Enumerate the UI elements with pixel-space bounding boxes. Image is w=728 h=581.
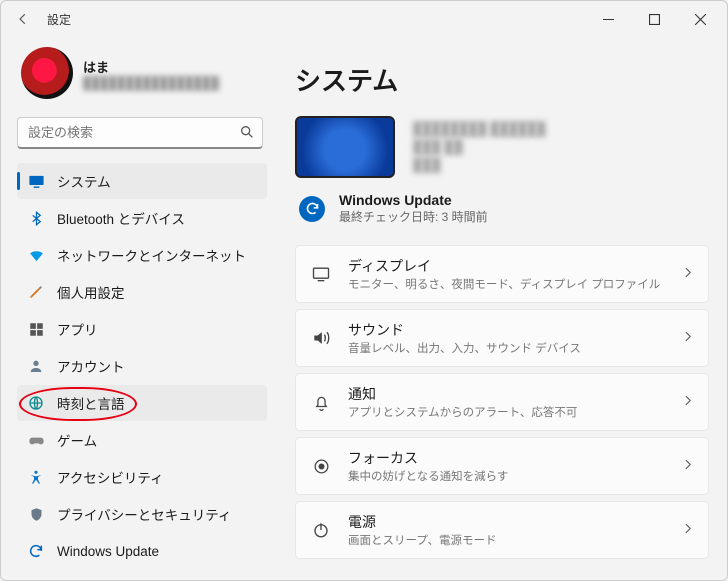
- brush-icon: [27, 283, 45, 301]
- chevron-right-icon: [681, 330, 694, 346]
- sidebar-item-label: システム: [57, 171, 111, 191]
- sound-icon: [310, 328, 332, 348]
- windows-update-row[interactable]: Windows Update 最終チェック日時: 3 時間前: [299, 192, 709, 225]
- bluetooth-icon: [27, 209, 45, 227]
- gamepad-icon: [27, 431, 45, 449]
- search-icon: [239, 124, 255, 143]
- card-display[interactable]: ディスプレイモニター、明るさ、夜間モード、ディスプレイ プロファイル: [295, 245, 709, 303]
- sidebar-nav: システム Bluetooth とデバイス ネットワークとインターネット 個人用設…: [17, 163, 267, 569]
- user-email: ████████████████: [83, 76, 219, 90]
- device-info: ████████ ██████ ███ ██ ███: [413, 120, 546, 175]
- settings-cards: ディスプレイモニター、明るさ、夜間モード、ディスプレイ プロファイル サウンド音…: [295, 245, 709, 559]
- sidebar-item-network[interactable]: ネットワークとインターネット: [17, 237, 267, 273]
- wifi-icon: [27, 246, 45, 264]
- avatar: [21, 47, 73, 99]
- card-title: 電源: [348, 512, 496, 532]
- sidebar-item-privacy[interactable]: プライバシーとセキュリティ: [17, 496, 267, 532]
- sidebar-item-label: 時刻と言語: [57, 393, 125, 413]
- accessibility-icon: [27, 468, 45, 486]
- bell-icon: [310, 393, 332, 412]
- search-input[interactable]: [17, 117, 263, 149]
- card-title: サウンド: [348, 320, 581, 340]
- sidebar-item-bluetooth[interactable]: Bluetooth とデバイス: [17, 200, 267, 236]
- device-thumbnail: [295, 116, 395, 178]
- chevron-right-icon: [681, 266, 694, 282]
- update-icon: [299, 196, 325, 222]
- focus-icon: [310, 457, 332, 476]
- chevron-right-icon: [681, 458, 694, 474]
- sidebar-item-label: アクセシビリティ: [57, 467, 164, 487]
- sidebar-item-label: Bluetooth とデバイス: [57, 208, 185, 228]
- window-title: 設定: [47, 11, 71, 28]
- chevron-right-icon: [681, 522, 694, 538]
- device-block[interactable]: ████████ ██████ ███ ██ ███: [295, 116, 709, 178]
- sidebar-item-label: アカウント: [57, 356, 125, 376]
- display-icon: [310, 264, 332, 284]
- settings-window: 設定 はま ████████████████: [0, 0, 728, 581]
- power-icon: [310, 521, 332, 539]
- card-power[interactable]: 電源画面とスリープ、電源モード: [295, 501, 709, 559]
- card-title: ディスプレイ: [348, 256, 660, 276]
- apps-icon: [27, 320, 45, 338]
- card-title: 通知: [348, 384, 577, 404]
- sidebar-item-gaming[interactable]: ゲーム: [17, 422, 267, 458]
- sidebar-item-label: 個人用設定: [57, 282, 125, 302]
- sidebar-item-label: Windows Update: [57, 544, 159, 559]
- chevron-right-icon: [681, 394, 694, 410]
- sidebar-item-windows-update[interactable]: Windows Update: [17, 533, 267, 569]
- person-icon: [27, 357, 45, 375]
- card-subtitle: 音量レベル、出力、入力、サウンド デバイス: [348, 340, 581, 356]
- sidebar-item-system[interactable]: システム: [17, 163, 267, 199]
- sidebar-item-label: アプリ: [57, 319, 98, 339]
- search-box[interactable]: [17, 117, 263, 149]
- minimize-button[interactable]: [585, 3, 631, 35]
- sidebar-item-accessibility[interactable]: アクセシビリティ: [17, 459, 267, 495]
- back-button[interactable]: [13, 9, 33, 29]
- card-notifications[interactable]: 通知アプリとシステムからのアラート、応答不可: [295, 373, 709, 431]
- wu-subtitle: 最終チェック日時: 3 時間前: [339, 208, 488, 225]
- card-sound[interactable]: サウンド音量レベル、出力、入力、サウンド デバイス: [295, 309, 709, 367]
- page-title: システム: [295, 61, 709, 98]
- main-content: システム ████████ ██████ ███ ██ ███ Windows …: [273, 37, 727, 580]
- wu-title: Windows Update: [339, 192, 488, 208]
- close-button[interactable]: [677, 3, 723, 35]
- card-subtitle: 画面とスリープ、電源モード: [348, 532, 496, 548]
- globe-icon: [27, 394, 45, 412]
- sidebar-item-label: プライバシーとセキュリティ: [57, 504, 231, 524]
- system-icon: [27, 172, 45, 190]
- sidebar-item-time-language[interactable]: 時刻と言語: [17, 385, 267, 421]
- card-subtitle: 集中の妨げとなる通知を減らす: [348, 468, 508, 484]
- maximize-button[interactable]: [631, 3, 677, 35]
- sidebar-item-apps[interactable]: アプリ: [17, 311, 267, 347]
- user-name: はま: [83, 57, 219, 76]
- card-title: フォーカス: [348, 448, 508, 468]
- sidebar-item-label: ゲーム: [57, 430, 97, 450]
- sidebar-item-label: ネットワークとインターネット: [57, 245, 246, 265]
- sidebar-item-personalization[interactable]: 個人用設定: [17, 274, 267, 310]
- sidebar: はま ████████████████ システム Bluetooth とデバイス: [1, 37, 273, 580]
- sidebar-item-accounts[interactable]: アカウント: [17, 348, 267, 384]
- shield-icon: [27, 505, 45, 523]
- update-icon: [27, 542, 45, 560]
- titlebar: 設定: [1, 1, 727, 37]
- card-focus[interactable]: フォーカス集中の妨げとなる通知を減らす: [295, 437, 709, 495]
- card-subtitle: モニター、明るさ、夜間モード、ディスプレイ プロファイル: [348, 276, 660, 292]
- profile-block[interactable]: はま ████████████████: [21, 47, 267, 99]
- card-subtitle: アプリとシステムからのアラート、応答不可: [348, 404, 577, 420]
